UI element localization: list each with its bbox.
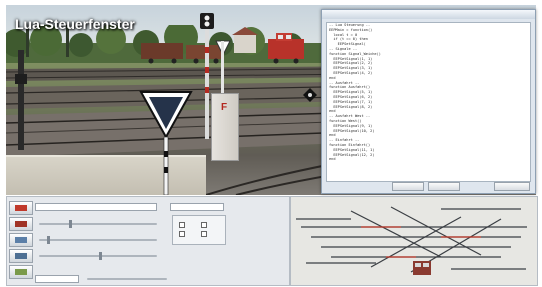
slider-knob[interactable] [47, 236, 50, 244]
toolbar-button-2[interactable] [9, 217, 33, 231]
sign-f-box: F [211, 93, 239, 161]
checkbox[interactable] [179, 231, 185, 237]
lua-button-1[interactable] [392, 182, 424, 191]
speed-slider[interactable] [39, 220, 157, 228]
toolbar-button-5[interactable] [9, 265, 33, 279]
code-line: end [329, 157, 336, 162]
control-panel [6, 196, 290, 286]
checkbox[interactable] [179, 222, 185, 228]
lua-button-3[interactable] [494, 182, 530, 191]
checkbox[interactable] [201, 231, 207, 237]
brake-slider[interactable] [39, 236, 157, 244]
direction-slider[interactable] [39, 252, 157, 260]
red-icon [15, 205, 27, 211]
train-icon [15, 269, 27, 275]
small-sign-right [303, 88, 317, 102]
train-icon [15, 237, 27, 243]
slider-knob[interactable] [69, 220, 72, 228]
vehicle-select[interactable] [35, 203, 157, 211]
lua-editor-window[interactable]: -- Lua Steuerung -- EEPMain = function() … [321, 9, 536, 194]
triangle-signal-sign[interactable] [139, 89, 193, 195]
checkbox[interactable] [201, 222, 207, 228]
coupling-box[interactable] [172, 215, 226, 245]
lua-code-lines: -- Lua Steuerung -- EEPMain = function() … [327, 23, 530, 162]
slider-knob[interactable] [99, 252, 102, 260]
train-icon [15, 253, 27, 259]
bottom-select[interactable] [35, 275, 79, 283]
screenshot-frame: F Lua-Steuerfenster -- Lua Steuerung -- E… [0, 0, 542, 287]
page-title: Lua-Steuerfenster [15, 16, 135, 32]
lua-button-2[interactable] [428, 182, 460, 191]
lua-window-titlebar[interactable] [322, 10, 535, 19]
red-icon [15, 221, 27, 227]
bottom-slider[interactable] [87, 278, 167, 280]
toolbar-button-1[interactable] [9, 201, 33, 215]
track-plan-drawing [296, 206, 527, 275]
mode-select[interactable] [170, 203, 224, 211]
signal-post-left [15, 50, 27, 150]
lua-window-buttons [322, 182, 535, 191]
lua-code-area[interactable]: -- Lua Steuerung -- EEPMain = function() … [326, 22, 531, 182]
track-plan-view[interactable] [290, 196, 538, 286]
toolbar-button-4[interactable] [9, 249, 33, 263]
sign-f-label: F [221, 102, 228, 113]
toolbar-button-3[interactable] [9, 233, 33, 247]
